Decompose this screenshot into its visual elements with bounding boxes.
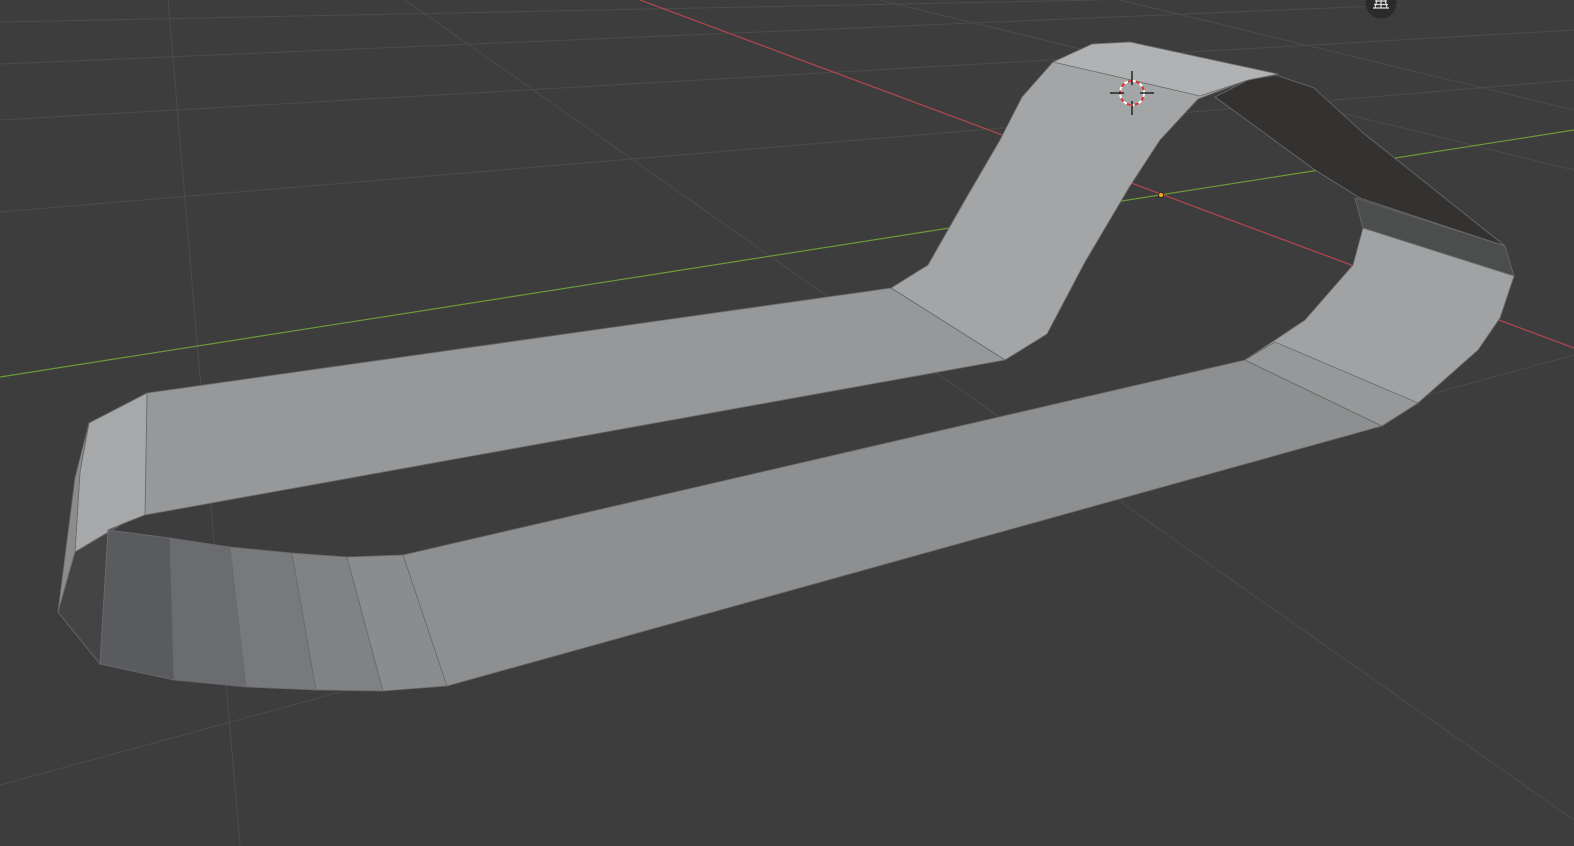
viewport-canvas[interactable] [0, 0, 1574, 846]
mesh-object[interactable] [57, 41, 1515, 692]
object-origin-dot[interactable] [1158, 191, 1165, 198]
3d-viewport[interactable] [0, 0, 1574, 846]
front-end-band-1 [99, 529, 175, 681]
left-end-upper-face [74, 392, 148, 553]
grid-overlay-icon [1373, 0, 1389, 9]
loop-inner-dark-face [1214, 74, 1506, 247]
